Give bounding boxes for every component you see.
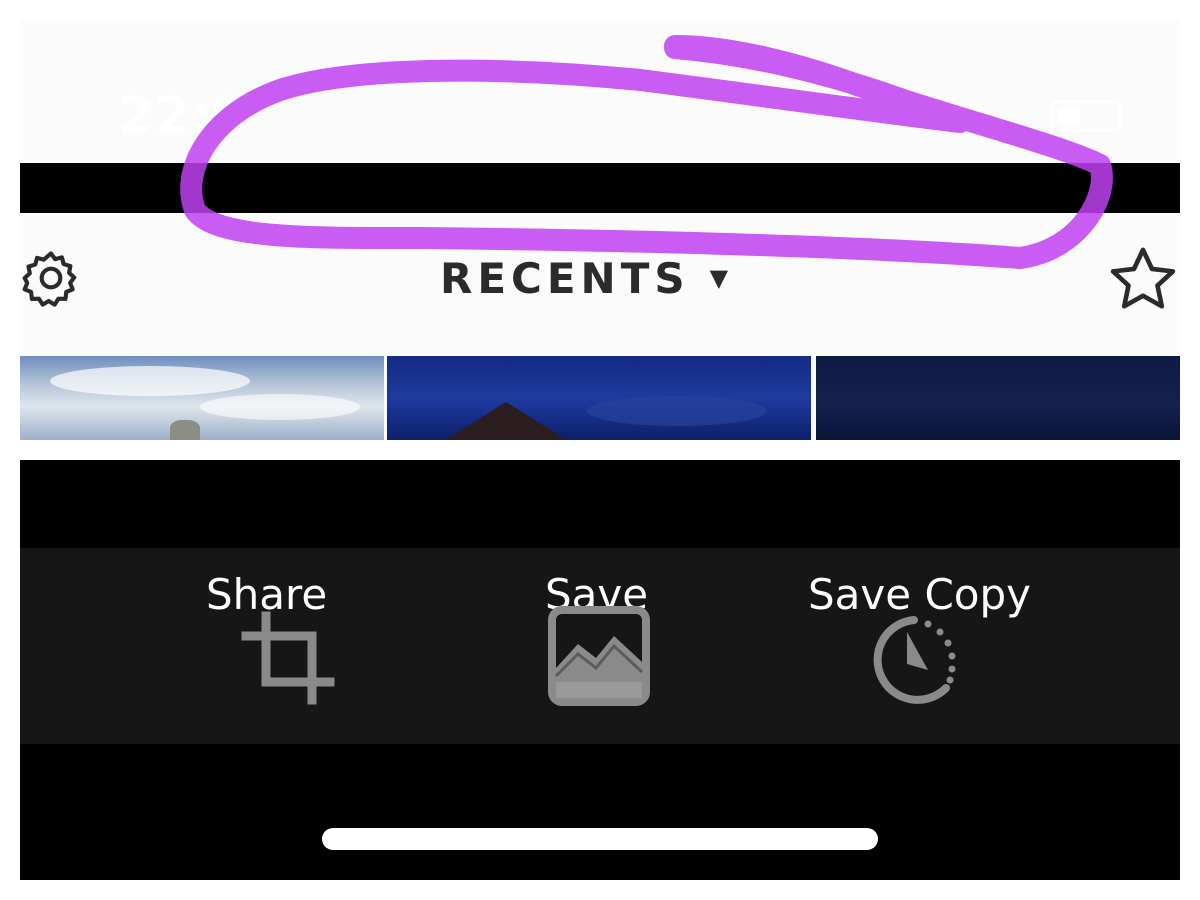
thumbnail-strip (20, 356, 1180, 440)
album-selector[interactable]: RECENTS ▼ (440, 253, 728, 303)
favorites-button[interactable] (1106, 243, 1180, 317)
settings-button[interactable] (20, 247, 82, 309)
photo-thumbnail[interactable] (816, 356, 1180, 440)
crop-tool-button[interactable] (238, 608, 338, 708)
crop-icon (241, 611, 335, 705)
black-band (20, 163, 1180, 213)
status-time: 22:0 (118, 86, 248, 146)
image-icon (548, 606, 650, 706)
album-title: RECENTS (440, 253, 690, 303)
status-bar: 22:0 LTE (20, 20, 1180, 163)
history-tool-button[interactable] (862, 610, 962, 710)
status-carrier: LTE (920, 98, 987, 139)
dropdown-caret-icon: ▼ (709, 264, 729, 292)
photo-thumbnail[interactable] (20, 356, 384, 440)
home-indicator (322, 828, 878, 850)
looks-tool-button[interactable] (548, 606, 650, 706)
gear-icon (22, 251, 77, 307)
star-icon (1110, 247, 1176, 309)
nav-bar: RECENTS ▼ (20, 213, 1180, 356)
editor-panel: Share Save Save Copy (20, 460, 1180, 880)
photo-picker-panel: 22:0 LTE RECENTS ▼ (20, 20, 1180, 440)
editor-toolbar: Share Save Save Copy (20, 548, 1180, 744)
photo-thumbnail[interactable] (387, 356, 811, 440)
partial-tool-icon[interactable] (20, 628, 26, 668)
history-clock-icon (873, 616, 956, 704)
battery-icon (1050, 100, 1122, 132)
